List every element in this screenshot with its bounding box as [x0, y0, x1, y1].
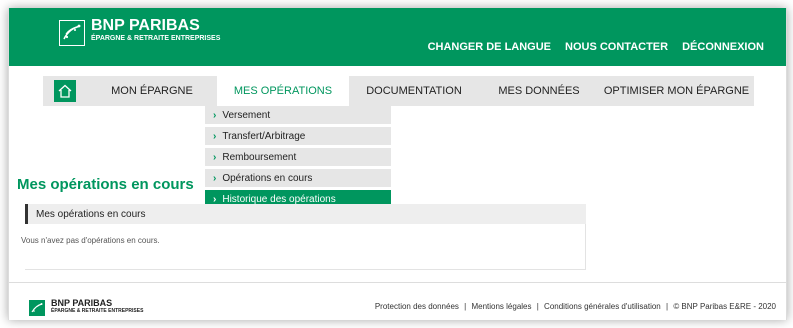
footer-separator: |: [464, 302, 467, 311]
brand-name: BNP PARIBAS: [91, 17, 200, 34]
empty-state-text: Vous n'avez pas d'opérations en cours.: [21, 236, 160, 245]
chevron-right-icon: ›: [213, 130, 217, 142]
menu-item-label: Versement: [222, 109, 271, 121]
operations-dropdown-menu: › Versement › Transfert/Arbitrage › Remb…: [205, 106, 391, 208]
page-title: Mes opérations en cours: [17, 176, 194, 193]
home-icon[interactable]: [54, 80, 76, 102]
menu-item-label: Opérations en cours: [222, 172, 313, 184]
header-links: CHANGER DE LANGUE NOUS CONTACTER DÉCONNE…: [428, 41, 764, 53]
brand-subtitle: ÉPARGNE & RETRAITE ENTREPRISES: [91, 35, 221, 42]
nav-item-optimiser[interactable]: OPTIMISER MON ÉPARGNE: [599, 76, 754, 106]
nav-item-mon-epargne[interactable]: MON ÉPARGNE: [87, 76, 217, 106]
contact-link[interactable]: NOUS CONTACTER: [565, 41, 668, 53]
chevron-right-icon: ›: [213, 193, 217, 205]
copyright-text: © BNP Paribas E&RE - 2020: [673, 302, 776, 311]
nav-item-documentation[interactable]: DOCUMENTATION: [349, 76, 479, 106]
chevron-right-icon: ›: [213, 151, 217, 163]
menu-item-label: Remboursement: [222, 151, 297, 163]
legal-notice-link[interactable]: Mentions légales: [471, 302, 531, 311]
footer-brand-name: BNP PARIBAS: [51, 298, 113, 308]
chevron-right-icon: ›: [213, 109, 217, 121]
logout-link[interactable]: DÉCONNEXION: [682, 41, 764, 53]
bnp-stars-logo-icon[interactable]: [59, 20, 85, 46]
nav-home[interactable]: [43, 76, 87, 106]
menu-item-label: Transfert/Arbitrage: [222, 130, 306, 142]
privacy-link[interactable]: Protection des données: [375, 302, 459, 311]
footer-separator: |: [536, 302, 539, 311]
menu-item-label: Historique des opérations: [222, 193, 336, 205]
footer-divider: [9, 282, 786, 283]
panel-body: [25, 224, 586, 270]
footer-links: Protection des données | Mentions légale…: [375, 302, 776, 311]
menu-item-versement[interactable]: › Versement: [205, 106, 391, 124]
change-language-link[interactable]: CHANGER DE LANGUE: [428, 41, 551, 53]
footer-brand-subtitle: ÉPARGNE & RETRAITE ENTREPRISES: [51, 308, 144, 314]
nav-item-mes-donnees[interactable]: MES DONNÉES: [479, 76, 599, 106]
main-nav: MON ÉPARGNE MES OPÉRATIONS DOCUMENTATION…: [43, 76, 754, 106]
menu-item-transfert-arbitrage[interactable]: › Transfert/Arbitrage: [205, 127, 391, 145]
browser-frame: BNP PARIBAS ÉPARGNE & RETRAITE ENTREPRIS…: [8, 8, 787, 320]
footer-separator: |: [666, 302, 669, 311]
footer-brand: BNP PARIBAS ÉPARGNE & RETRAITE ENTREPRIS…: [51, 298, 143, 315]
brand-logo[interactable]: BNP PARIBAS ÉPARGNE & RETRAITE ENTREPRIS…: [91, 18, 220, 44]
panel-header: Mes opérations en cours: [25, 204, 586, 224]
menu-item-operations-en-cours[interactable]: › Opérations en cours: [205, 169, 391, 187]
footer-logo-icon: [29, 300, 45, 316]
terms-link[interactable]: Conditions générales d'utilisation: [544, 302, 661, 311]
site-header: BNP PARIBAS ÉPARGNE & RETRAITE ENTREPRIS…: [9, 8, 786, 66]
chevron-right-icon: ›: [213, 172, 217, 184]
menu-item-remboursement[interactable]: › Remboursement: [205, 148, 391, 166]
nav-item-mes-operations[interactable]: MES OPÉRATIONS: [217, 76, 349, 106]
